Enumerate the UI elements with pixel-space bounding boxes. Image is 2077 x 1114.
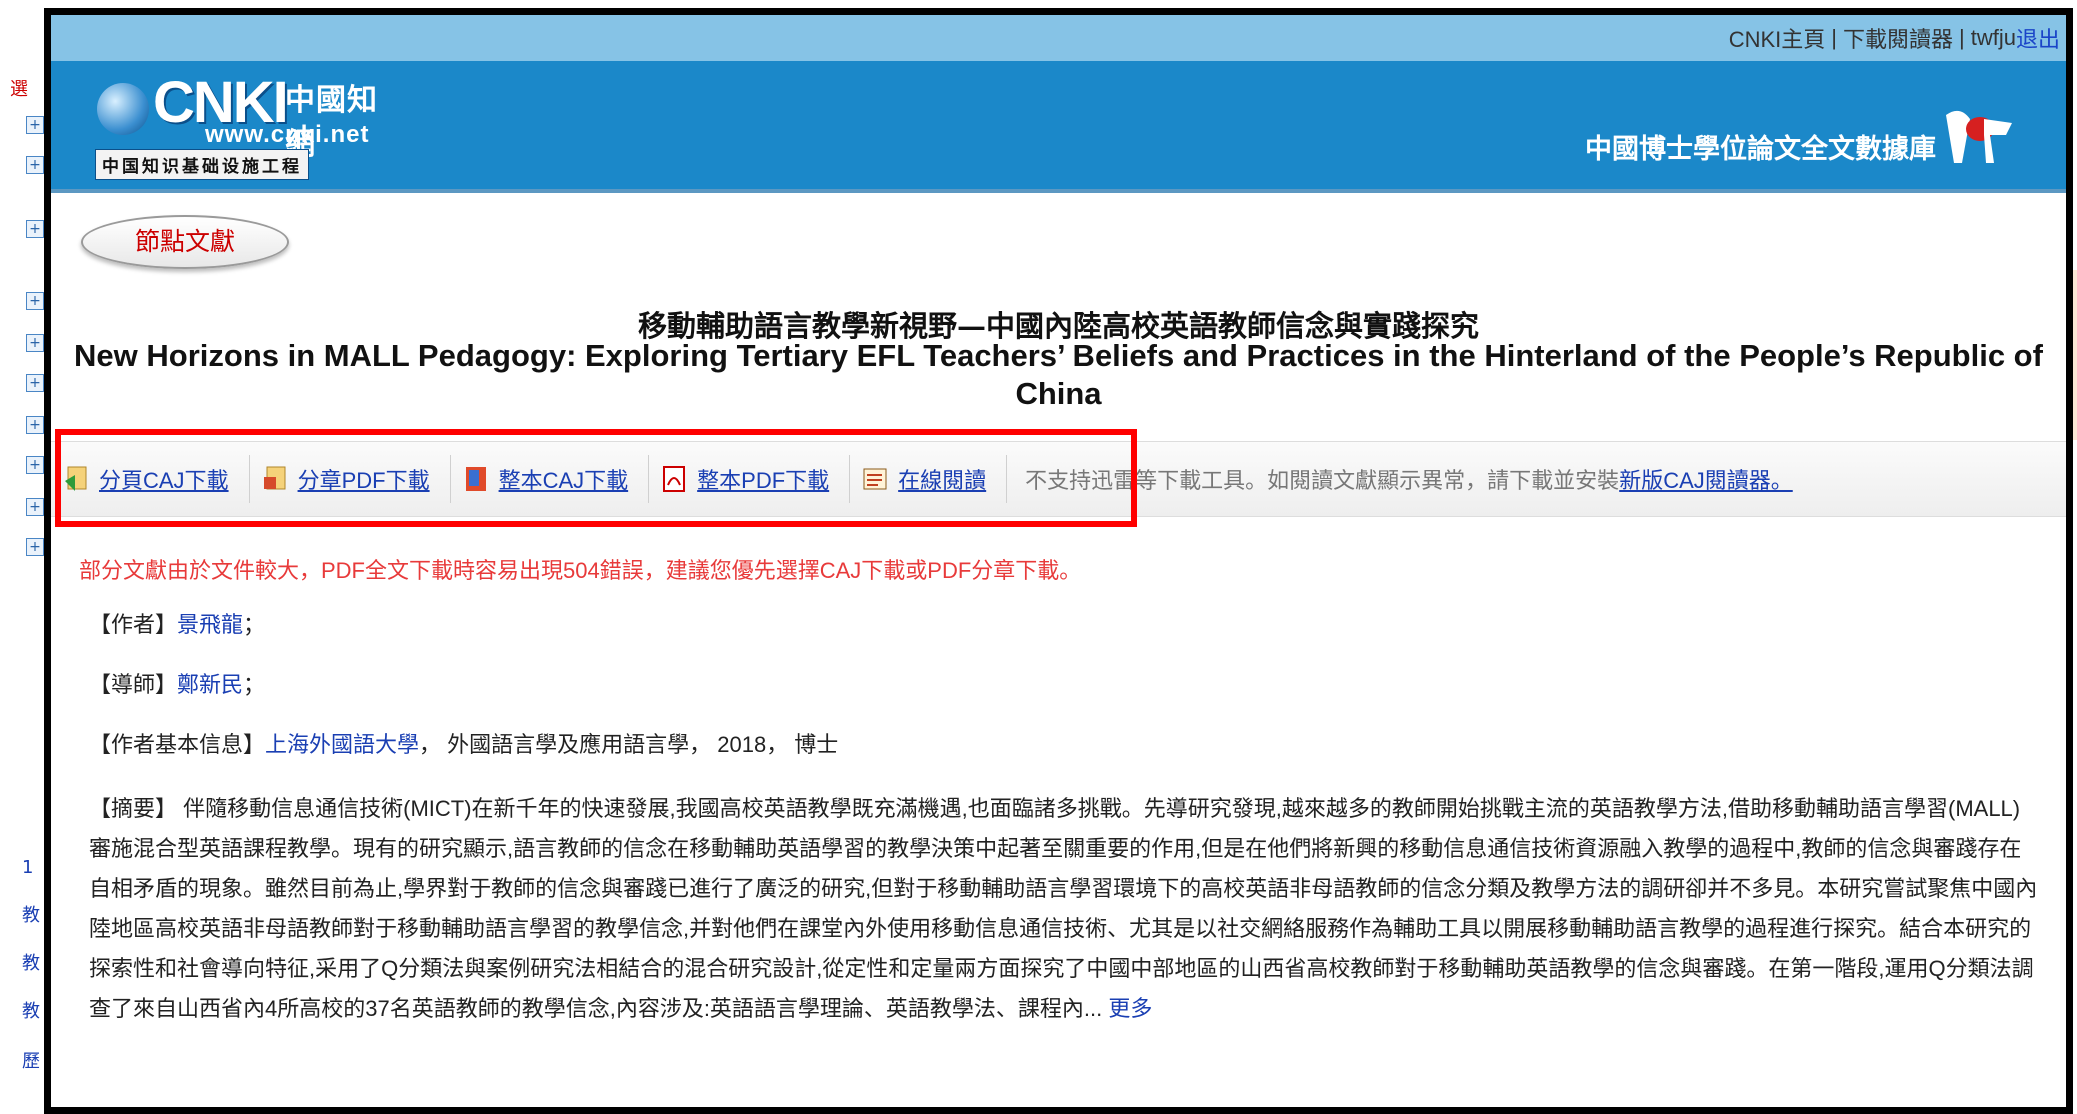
pdf-book-download-link[interactable]: 整本PDF下載 (697, 463, 829, 495)
author-label: 【作者】 (89, 612, 178, 637)
background-text: 選 (10, 79, 28, 100)
pdf-chapter-icon (263, 466, 286, 490)
caj-book-icon (465, 467, 486, 491)
pdf-chapter-download[interactable]: 分章PDF下載 (250, 455, 451, 503)
abstract: 【摘要】 伴隨移動信息通信技術(MICT)在新千年的快速發展,我國高校英語教學既… (89, 789, 2039, 1029)
background-text: 教 (22, 905, 40, 926)
toolbar-note: 不支持迅雷等下載工具。如閱讀文獻顯示異常，請下載並安裝新版CAJ閱讀器。 (1025, 463, 1793, 495)
author-info-rest: ， 外國語言學及應用語言學， 2018， 博士 (419, 732, 839, 757)
zhizhijie-badge-icon (1946, 110, 2012, 163)
expand-icon[interactable]: + (26, 220, 44, 238)
school-link[interactable]: 上海外國語大學 (265, 732, 419, 757)
author-row: 【作者】景飛龍； (89, 609, 2039, 641)
separator: | (1831, 25, 1837, 50)
caj-page-icon (65, 466, 87, 491)
cnki-logo[interactable]: CNKI 中國知網 www.cnki.net 中国知识基础设施工程 (95, 69, 385, 180)
background-text: 教 (22, 1001, 40, 1022)
caj-reader-link[interactable]: 新版CAJ閱讀器。 (1619, 468, 1793, 493)
expand-icon[interactable]: + (26, 374, 44, 392)
advisor-label: 【導師】 (89, 672, 178, 697)
caj-page-download[interactable]: 分頁CAJ下載 (51, 455, 250, 503)
logo-url: www.cnki.net (205, 121, 370, 148)
node-literature-button[interactable]: 節點文獻 (81, 215, 289, 269)
expand-icon[interactable]: + (26, 116, 44, 134)
expand-icon[interactable]: + (26, 498, 44, 516)
pdf-book-download[interactable]: 整本PDF下載 (649, 455, 851, 503)
abstract-label: 【摘要】 (89, 796, 178, 821)
online-read[interactable]: 在線閱讀 (850, 455, 1008, 503)
logo-subtitle: 中国知识基础设施工程 (95, 149, 309, 180)
background-page-left: 選 + + + + + + + + + + 1 教 教 教 歷 (0, 0, 50, 1108)
caj-book-download-link[interactable]: 整本CAJ下載 (499, 463, 629, 495)
online-read-link[interactable]: 在線閱讀 (898, 463, 986, 495)
logout-link[interactable]: 退出 (2016, 22, 2060, 54)
advisor-link[interactable]: 鄭新民 (177, 672, 243, 697)
download-reader-link[interactable]: 下載閱讀器 (1843, 22, 1953, 54)
background-text: 教 (22, 953, 40, 974)
advisor-suffix: ； (243, 672, 266, 697)
download-warning: 部分文獻由於文件較大，PDF全文下載時容易出現504錯誤，建議您優先選擇CAJ下… (79, 558, 1082, 583)
globe-icon (97, 83, 149, 135)
pdf-book-icon (663, 466, 686, 492)
article-window: CNKI主頁 | 下載閱讀器 | twfju 退出 CNKI 中國知網 www.… (44, 8, 2073, 1114)
expand-icon[interactable]: + (26, 334, 44, 352)
abstract-text: 伴隨移動信息通信技術(MICT)在新千年的快速發展,我國高校英語教學既充滿機遇,… (89, 796, 2038, 1021)
toolbar-note-text: 不支持迅雷等下載工具。如閱讀文獻顯示異常，請下載並安裝 (1025, 468, 1620, 493)
caj-book-download[interactable]: 整本CAJ下載 (451, 455, 650, 503)
download-toolbar: 分頁CAJ下載 分章PDF下載 整本CAJ下載 整本PDF下載 在線閱讀 不支持… (51, 441, 2066, 517)
author-info-row: 【作者基本信息】上海外國語大學， 外國語言學及應用語言學， 2018， 博士 (89, 729, 2039, 761)
top-nav-bar: CNKI主頁 | 下載閱讀器 | twfju 退出 (51, 15, 2066, 61)
separator: | (1959, 25, 1965, 50)
advisor-row: 【導師】鄭新民； (89, 669, 2039, 701)
header-banner: CNKI 中國知網 www.cnki.net 中国知识基础设施工程 中國博士學位… (51, 61, 2066, 193)
expand-icon[interactable]: + (26, 456, 44, 474)
author-suffix: ； (243, 612, 266, 637)
expand-icon[interactable]: + (26, 156, 44, 174)
author-info-label: 【作者基本信息】 (89, 732, 266, 757)
cnki-home-link[interactable]: CNKI主頁 (1729, 22, 1826, 54)
username: twfju (1970, 25, 2016, 50)
expand-icon[interactable]: + (26, 292, 44, 310)
background-text: 歷 (22, 1051, 40, 1072)
caj-page-download-link[interactable]: 分頁CAJ下載 (99, 463, 229, 495)
expand-icon[interactable]: + (26, 538, 44, 556)
article-title-english: New Horizons in MALL Pedagogy: Exploring… (74, 338, 2043, 411)
pdf-chapter-download-link[interactable]: 分章PDF下載 (298, 463, 430, 495)
author-link[interactable]: 景飛龍 (177, 612, 243, 637)
background-text: 1 (22, 857, 34, 878)
online-read-icon (863, 468, 887, 490)
database-title: 中國博士學位論文全文數據庫 (1585, 134, 1936, 165)
more-link[interactable]: 更多 (1108, 996, 1152, 1021)
expand-icon[interactable]: + (26, 416, 44, 434)
article-details: 部分文獻由於文件較大，PDF全文下載時容易出現504錯誤，建議您優先選擇CAJ下… (79, 555, 2039, 1029)
